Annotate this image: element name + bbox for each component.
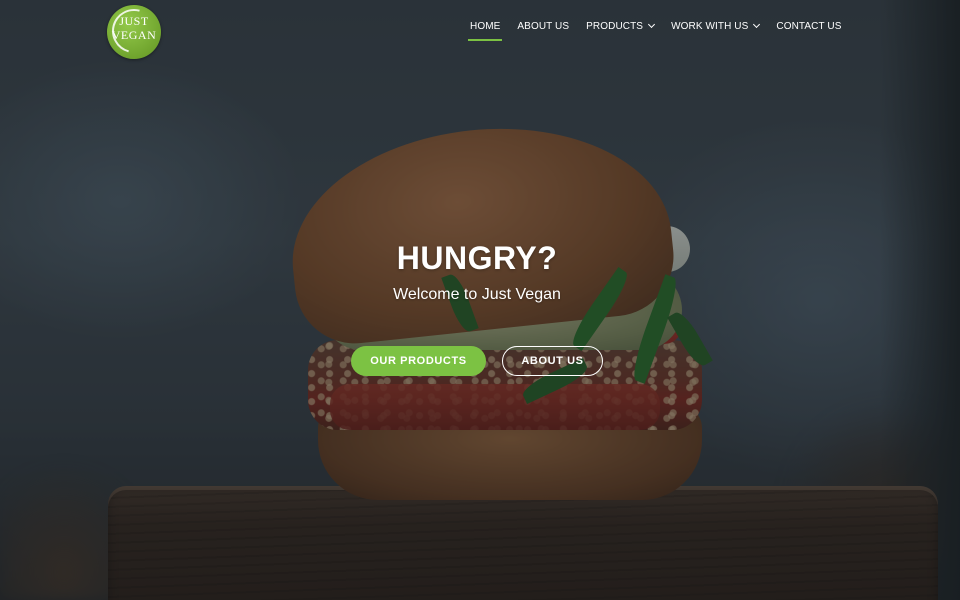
hero-title: HUNGRY?: [396, 240, 558, 276]
nav-item-label: PRODUCTS: [586, 20, 644, 32]
nav-item-label: HOME: [470, 20, 501, 32]
nav-item-label: CONTACT US: [776, 20, 842, 32]
about-us-button[interactable]: ABOUT US: [502, 346, 603, 376]
chevron-down-icon: [753, 20, 761, 29]
nav-item-products[interactable]: PRODUCTS: [586, 20, 656, 32]
nav-item-contact-us[interactable]: CONTACT US: [776, 21, 841, 32]
nav-item-label: ABOUT US: [517, 20, 570, 32]
nav-item-work-with-us[interactable]: WORK WITH US: [671, 20, 761, 32]
chevron-down-icon: [648, 20, 656, 29]
just-vegan-logo[interactable]: JUST VEGAN: [103, 0, 165, 62]
hero-subtitle: Welcome to Just Vegan: [393, 286, 561, 303]
nav-item-label: WORK WITH US: [671, 20, 749, 32]
nav-item-about-us[interactable]: ABOUT US: [517, 21, 569, 32]
main-navigation: HOME ABOUT US PRODUCTS WORK WITH US CONT…: [467, 16, 858, 41]
nav-item-home[interactable]: HOME: [467, 20, 503, 41]
our-products-button[interactable]: OUR PRODUCTS: [351, 346, 486, 376]
